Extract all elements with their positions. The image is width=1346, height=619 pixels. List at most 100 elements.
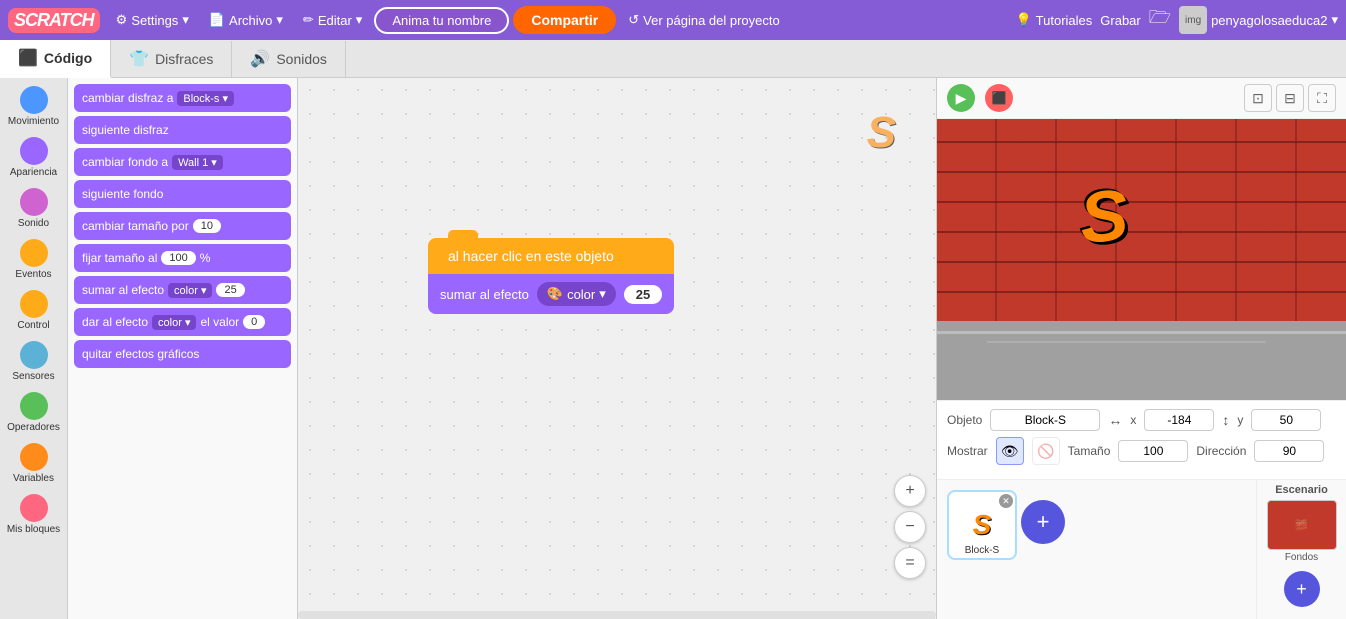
ver-proyecto-button[interactable]: ↺ Ver página del proyecto xyxy=(620,8,788,32)
stage-split-view[interactable]: ⊟ xyxy=(1276,84,1304,112)
sidebar-item-sonido[interactable]: Sonido xyxy=(2,184,66,233)
top-navigation: SCRATCH ⚙ Settings ▾ 📄 Archivo ▾ ✏ Edita… xyxy=(0,0,1346,40)
avatar: img xyxy=(1179,6,1207,34)
folder-icon[interactable]: 🗁 xyxy=(1149,5,1171,35)
main-area: Movimiento Apariencia Sonido Eventos Con… xyxy=(0,78,1346,619)
hat-block[interactable]: al hacer clic en este objeto xyxy=(428,238,674,274)
block-siguiente-disfraz[interactable]: siguiente disfraz xyxy=(74,116,291,144)
size-input[interactable] xyxy=(1118,440,1188,462)
settings-menu[interactable]: ⚙ Settings ▾ xyxy=(108,8,197,32)
body-block[interactable]: sumar al efecto 🎨 color ▾ 25 xyxy=(428,274,674,314)
stage-canvas: S xyxy=(937,119,1346,400)
add-sprite-button[interactable]: + xyxy=(1021,500,1065,544)
hat-block-text: al hacer clic en este objeto xyxy=(448,248,614,264)
block-cambiar-tamano[interactable]: cambiar tamaño por 10 xyxy=(74,212,291,240)
backdrops-panel: Escenario 🧱 Fondos + xyxy=(1256,480,1346,619)
scratch-logo: SCRATCH xyxy=(8,8,100,33)
block-text: cambiar fondo a xyxy=(82,155,168,169)
zoom-fit-button[interactable]: = xyxy=(894,547,926,579)
sidebar-item-sensores[interactable]: Sensores xyxy=(2,337,66,386)
settings-label: Settings xyxy=(131,13,178,28)
variables-dot xyxy=(20,443,48,471)
zoom-in-button[interactable]: + xyxy=(894,475,926,507)
sidebar-item-variables[interactable]: Variables xyxy=(2,439,66,488)
tab-disfraces-label: Disfraces xyxy=(155,51,213,67)
tutoriales-button[interactable]: 💡 Tutoriales xyxy=(1015,12,1092,28)
x-label: x xyxy=(1130,413,1136,427)
sprite-thumb-label: Block-S xyxy=(949,545,1015,556)
stage-full-view[interactable]: ⛶ xyxy=(1308,84,1336,112)
sensores-dot xyxy=(20,341,48,369)
mostrar-label: Mostrar xyxy=(947,444,988,458)
sidebar-item-apariencia[interactable]: Apariencia xyxy=(2,133,66,182)
chevron-down-icon: ▾ xyxy=(276,12,283,28)
block-quitar-efectos[interactable]: quitar efectos gráficos xyxy=(74,340,291,368)
code-icon: ⬛ xyxy=(18,48,38,68)
disfraz-dropdown[interactable]: Block-s ▾ xyxy=(177,91,234,106)
ver-label: Ver página del proyecto xyxy=(643,13,780,28)
script-number-value[interactable]: 25 xyxy=(624,285,662,304)
sensores-label: Sensores xyxy=(12,371,54,382)
script-efecto-dropdown[interactable]: 🎨 color ▾ xyxy=(537,282,616,306)
sidebar-item-control[interactable]: Control xyxy=(2,286,66,335)
x-input[interactable] xyxy=(1144,409,1214,431)
sidebar-item-eventos[interactable]: Eventos xyxy=(2,235,66,284)
y-input[interactable] xyxy=(1251,409,1321,431)
block-siguiente-fondo[interactable]: siguiente fondo xyxy=(74,180,291,208)
block-fijar-tamano[interactable]: fijar tamaño al 100 % xyxy=(74,244,291,272)
efecto-value[interactable]: 25 xyxy=(216,283,244,297)
fijar-tamano-value[interactable]: 100 xyxy=(161,251,195,265)
block-sumar-efecto[interactable]: sumar al efecto color ▾ 25 xyxy=(74,276,291,304)
y-label: y xyxy=(1237,413,1243,427)
block-text: quitar efectos gráficos xyxy=(82,347,199,361)
block-cambiar-fondo[interactable]: cambiar fondo a Wall 1 ▾ xyxy=(74,148,291,176)
direction-input[interactable] xyxy=(1254,440,1324,462)
sprite-thumb-blocks[interactable]: S ✕ Block-S xyxy=(947,490,1017,560)
dar-efecto-dropdown[interactable]: color ▾ xyxy=(152,315,196,330)
backdrop-thumb[interactable]: 🧱 xyxy=(1267,500,1337,550)
stop-button[interactable]: ⬛ xyxy=(985,84,1013,112)
eventos-dot xyxy=(20,239,48,267)
sprite-name-input[interactable] xyxy=(990,409,1100,431)
compartir-button[interactable]: Compartir xyxy=(513,6,616,34)
block-cambiar-disfraz[interactable]: cambiar disfraz a Block-s ▾ xyxy=(74,84,291,112)
misbloques-label: Mis bloques xyxy=(7,524,60,535)
eventos-label: Eventos xyxy=(15,269,51,280)
archivo-menu[interactable]: 📄 Archivo ▾ xyxy=(201,8,291,32)
script-area[interactable]: S al hacer clic en este objeto sumar al … xyxy=(298,78,936,619)
fondo-dropdown[interactable]: Wall 1 ▾ xyxy=(172,155,223,170)
chevron-down-icon: ▾ xyxy=(599,286,606,302)
tab-codigo[interactable]: ⬛ Código xyxy=(0,40,111,78)
properties-panel: Objeto ↔ x ↕ y Mostrar 👁 🚫 Tamaño Direcc… xyxy=(937,400,1346,479)
block-text: fijar tamaño al xyxy=(82,251,157,265)
horizontal-scrollbar[interactable] xyxy=(298,611,936,619)
show-button[interactable]: 👁 xyxy=(996,437,1024,465)
sprite-remove-button[interactable]: ✕ xyxy=(999,494,1013,508)
sound-icon: 🔊 xyxy=(250,49,270,69)
ground-line1 xyxy=(937,331,1346,334)
username-label: penyagolosaeduca2 xyxy=(1211,13,1327,28)
tamano-value[interactable]: 10 xyxy=(193,219,221,233)
chevron-down-icon: ▾ xyxy=(356,12,363,28)
play-button[interactable]: ▶ xyxy=(947,84,975,112)
objeto-label: Objeto xyxy=(947,413,982,427)
sprites-strip: S ✕ Block-S + Escenario 🧱 Fondos + xyxy=(937,479,1346,619)
sidebar-item-movimiento[interactable]: Movimiento xyxy=(2,82,66,131)
sidebar-item-operadores[interactable]: Operadores xyxy=(2,388,66,437)
block-dar-efecto[interactable]: dar al efecto color ▾ el valor 0 xyxy=(74,308,291,336)
anima-button[interactable]: Anima tu nombre xyxy=(374,7,509,34)
user-menu[interactable]: img penyagolosaeduca2 ▾ xyxy=(1179,6,1338,34)
sidebar-item-misbloques[interactable]: Mis bloques xyxy=(2,490,66,539)
sonido-dot xyxy=(20,188,48,216)
grabar-button[interactable]: Grabar xyxy=(1100,13,1140,28)
editar-menu[interactable]: ✏ Editar ▾ xyxy=(295,8,370,32)
stage-small-view[interactable]: ⊡ xyxy=(1244,84,1272,112)
dar-efecto-value[interactable]: 0 xyxy=(243,315,265,329)
tab-sonidos[interactable]: 🔊 Sonidos xyxy=(232,41,346,77)
efecto-dropdown[interactable]: color ▾ xyxy=(168,283,212,298)
add-backdrop-button[interactable]: + xyxy=(1284,571,1320,607)
zoom-out-button[interactable]: − xyxy=(894,511,926,543)
control-label: Control xyxy=(17,320,49,331)
hide-button[interactable]: 🚫 xyxy=(1032,437,1060,465)
tab-disfraces[interactable]: 👕 Disfraces xyxy=(111,41,232,77)
